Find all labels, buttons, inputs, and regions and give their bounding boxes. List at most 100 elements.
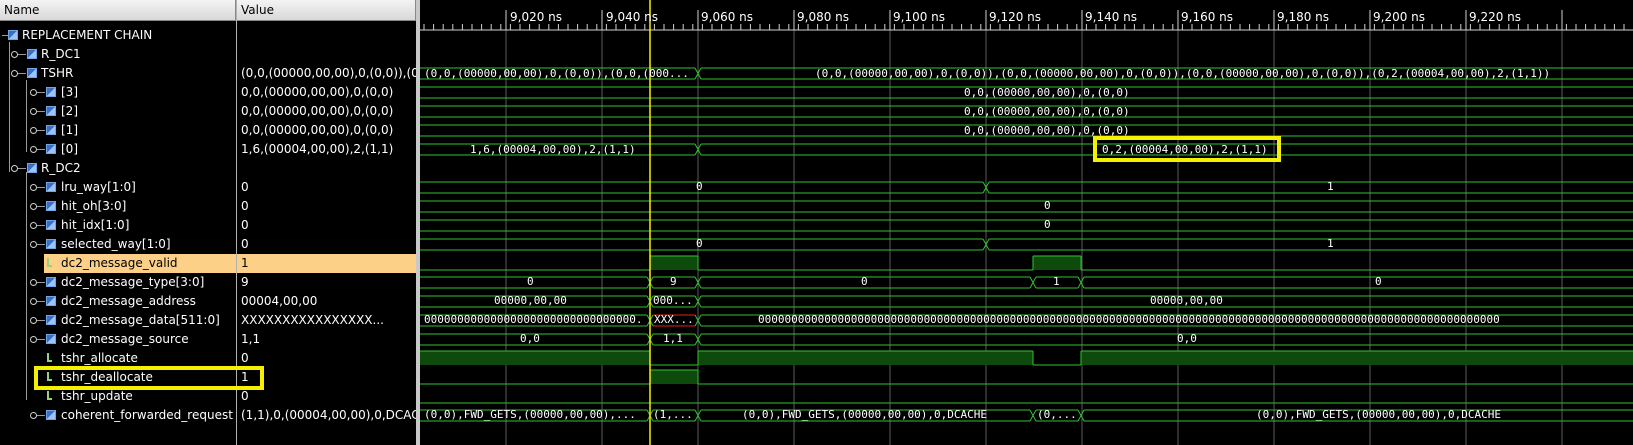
wave-value: 0	[1375, 275, 1382, 288]
wave-value: 0	[696, 237, 703, 250]
ruler-label: 9,080 ns	[797, 10, 850, 24]
cfr-wave-transition	[1032, 409, 1037, 422]
wave-value: 0000000000000000000000000000000000000000…	[758, 313, 1500, 326]
signal-row-dc2-message-valid[interactable]: dc2_message_valid	[44, 254, 236, 273]
wave-value: 9	[670, 275, 677, 288]
signal-value: 0,0,(00000,00,00),0,(0,0)	[241, 123, 394, 137]
dealloc-wave-high-fill	[650, 370, 698, 384]
expand-icon[interactable]	[30, 184, 37, 191]
tree-line	[37, 130, 45, 131]
annotation-box	[1093, 136, 1281, 162]
wave-value: 0	[527, 275, 534, 288]
expand-icon[interactable]	[30, 127, 37, 134]
expand-icon[interactable]	[30, 241, 37, 248]
signal-row-tshr-1[interactable]: [1]	[0, 121, 236, 140]
signal-row-hit-oh[interactable]: hit_oh[3:0]	[0, 197, 236, 216]
expand-icon[interactable]	[30, 108, 37, 115]
signal-row-tshr[interactable]: TSHR	[0, 64, 236, 83]
signal-value: XXXXXXXXXXXXXXXX...	[241, 313, 384, 327]
bit-icon	[47, 353, 52, 362]
bit-icon	[47, 391, 52, 400]
expand-icon[interactable]	[30, 298, 37, 305]
expand-icon[interactable]	[11, 51, 18, 58]
ruler-label: 9,180 ns	[1277, 10, 1330, 24]
wave-value: 0,0	[1177, 332, 1197, 345]
expand-icon[interactable]	[30, 279, 37, 286]
expand-icon[interactable]	[30, 146, 37, 153]
bus-icon	[46, 220, 56, 230]
group-icon	[27, 49, 37, 59]
bus-icon	[46, 182, 56, 192]
collapse-icon[interactable]	[11, 165, 18, 172]
tree-line	[37, 149, 45, 150]
signal-name: selected_way[1:0]	[61, 237, 171, 251]
signal-name: [2]	[61, 104, 78, 118]
signal-row-r-dc2[interactable]: R_DC2	[0, 159, 236, 178]
signal-name: dc2_message_address	[61, 294, 196, 308]
tree-line	[18, 54, 26, 55]
valid-wave-high-fill	[650, 256, 698, 270]
alloc-wave-high-fill	[1081, 351, 1633, 365]
signal-row-dc2-message-data[interactable]: dc2_message_data[511:0]	[0, 311, 236, 330]
signal-name: hit_oh[3:0]	[61, 199, 127, 213]
alloc-wave-high-fill	[420, 351, 650, 365]
signal-row-coherent-forwarded-request[interactable]: coherent_forwarded_request	[0, 406, 236, 425]
signal-name: coherent_forwarded_request	[61, 408, 233, 422]
signal-value: 0	[241, 218, 249, 232]
collapse-icon[interactable]	[11, 70, 18, 77]
signal-name: [1]	[61, 123, 78, 137]
type-wave-transition	[1032, 276, 1037, 289]
signal-row-lru-way[interactable]: lru_way[1:0]	[0, 178, 236, 197]
signal-value: 1	[241, 256, 249, 270]
signal-row-tshr-2[interactable]: [2]	[0, 102, 236, 121]
signal-name: R_DC2	[41, 161, 81, 175]
signal-row-tshr-3[interactable]: [3]	[0, 83, 236, 102]
signal-value: 0,0,(00000,00,00),0,(0,0)	[241, 85, 394, 99]
ruler-label: 9,220 ns	[1469, 10, 1522, 24]
expand-icon[interactable]	[30, 89, 37, 96]
bus-icon	[46, 410, 56, 420]
signal-row-dc2-message-type[interactable]: dc2_message_type[3:0]	[0, 273, 236, 292]
signal-name: [3]	[61, 85, 78, 99]
signal-value: 1,1	[241, 332, 261, 346]
wave-value: 1,6,(00004,00,00),2,(1,1)	[470, 143, 636, 156]
signal-name: REPLACEMENT CHAIN	[22, 28, 153, 42]
wave-value: 0	[861, 275, 868, 288]
expand-icon[interactable]	[30, 203, 37, 210]
signal-name: dc2_message_type[3:0]	[61, 275, 205, 289]
tree-line	[37, 301, 45, 302]
group-icon	[27, 163, 37, 173]
tree-line	[37, 244, 45, 245]
signal-row-tshr-0[interactable]: [0]	[0, 140, 236, 159]
wave-value: 00000,00,00	[1150, 294, 1223, 307]
ruler-label: 9,140 ns	[1085, 10, 1138, 24]
ruler-label: 9,120 ns	[989, 10, 1042, 24]
wave-value: 1	[1327, 237, 1334, 250]
expand-icon[interactable]	[30, 412, 37, 419]
expand-icon[interactable]	[30, 317, 37, 324]
wave-value: 0	[1044, 199, 1051, 212]
signal-row-hit-idx[interactable]: hit_idx[1:0]	[0, 216, 236, 235]
valid-wave-high-fill	[1033, 256, 1081, 270]
wave-value: 00000000000000000000000000000000...	[424, 313, 642, 326]
signal-row-replacement-chain[interactable]: REPLACEMENT CHAIN	[0, 26, 236, 45]
ruler-label: 9,160 ns	[1181, 10, 1234, 24]
expand-icon[interactable]	[30, 222, 37, 229]
wave-value: (0,0,(00000,00,00),0,(0,0)),(0,0,(000...	[424, 67, 689, 80]
value-column-header[interactable]: Value	[237, 0, 416, 21]
signal-value: (1,1),0,(00004,00,00),0,DCACHE	[241, 408, 416, 422]
tree-line	[37, 92, 45, 93]
signal-row-r-dc1[interactable]: R_DC1	[0, 45, 236, 64]
waveform-panel[interactable]: 9,020 ns 9,040 ns 9,060 ns 9,080 ns 9,10…	[420, 0, 1633, 445]
wave-value: (1,...	[653, 408, 693, 421]
signal-value: 00004,00,00	[241, 294, 318, 308]
signal-row-dc2-message-source[interactable]: dc2_message_source	[0, 330, 236, 349]
expand-icon[interactable]	[30, 336, 37, 343]
tree-line	[37, 225, 45, 226]
wave-value: (0,0),FWD_GETS,(00000,00,00),0,DCACHE	[742, 408, 988, 421]
tree-line	[37, 339, 45, 340]
wave-value: 0,0	[520, 332, 540, 345]
name-column-header[interactable]: Name	[0, 0, 236, 21]
signal-row-selected-way[interactable]: selected_way[1:0]	[0, 235, 236, 254]
signal-row-dc2-message-address[interactable]: dc2_message_address	[0, 292, 236, 311]
